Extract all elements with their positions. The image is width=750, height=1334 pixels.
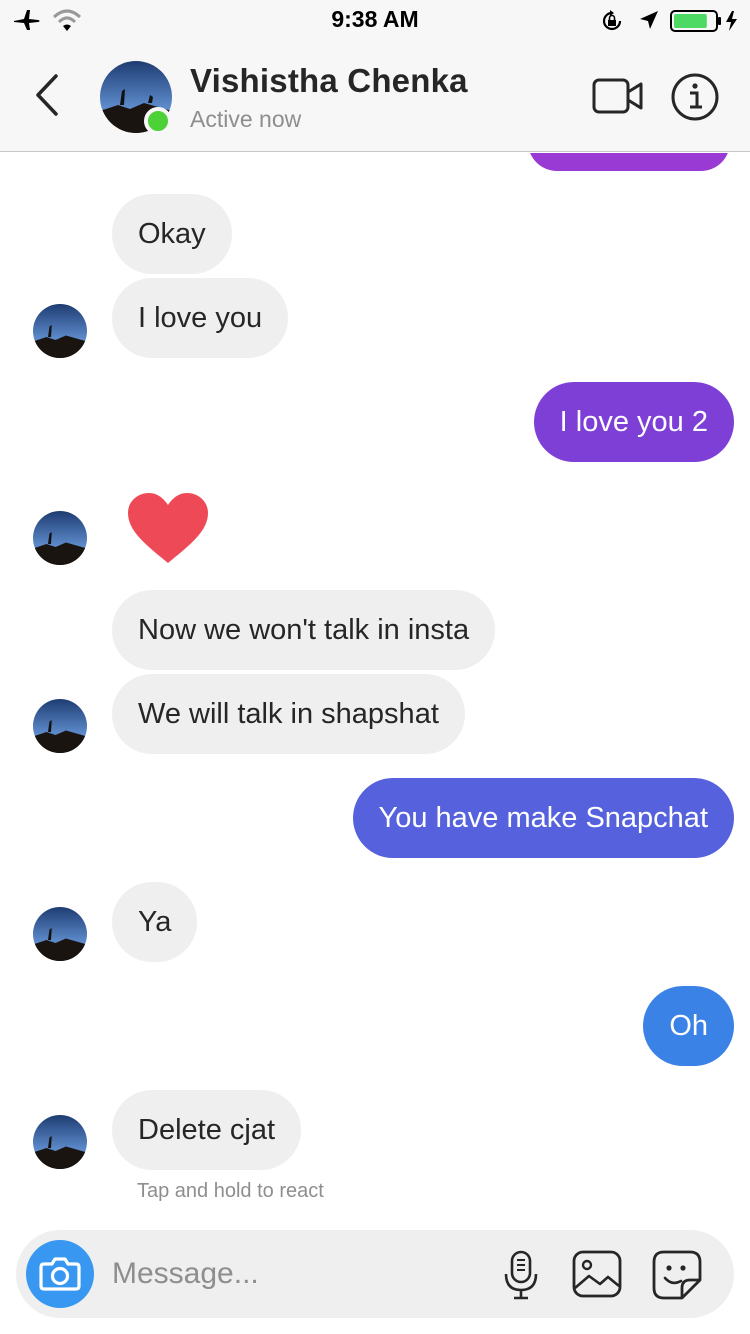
message-bubble-incoming[interactable]: Now we won't talk in insta (112, 590, 496, 670)
message-list[interactable]: Okay I love you I love you 2 Now we won'… (0, 153, 750, 1215)
sender-avatar[interactable] (33, 511, 87, 565)
microphone-button[interactable] (500, 1250, 542, 1300)
online-indicator (144, 107, 172, 135)
status-bar: 9:38 AM (0, 0, 750, 40)
gallery-button[interactable] (572, 1250, 622, 1298)
orientation-lock-icon (602, 10, 622, 31)
contact-name[interactable]: Vishistha Chenka (190, 62, 468, 100)
sticker-button[interactable] (652, 1250, 702, 1300)
message-bubble-outgoing[interactable]: Oh (643, 986, 734, 1066)
sender-avatar[interactable] (33, 304, 87, 358)
chat-header: Vishistha Chenka Active now (0, 40, 750, 152)
message-bubble-partial (528, 153, 730, 171)
message-composer (16, 1230, 734, 1318)
sender-avatar[interactable] (33, 907, 87, 961)
message-bubble-outgoing[interactable]: You have make Snapchat (352, 778, 734, 858)
message-bubble-incoming[interactable]: I love you (112, 278, 289, 358)
heart-icon[interactable] (126, 491, 210, 565)
camera-icon (39, 1257, 81, 1291)
back-button[interactable] (28, 72, 68, 118)
message-bubble-incoming[interactable]: Ya (112, 882, 198, 962)
react-hint: Tap and hold to react (137, 1180, 324, 1202)
camera-button[interactable] (26, 1240, 94, 1308)
location-arrow-icon (640, 11, 658, 29)
battery-charging-icon (670, 10, 737, 32)
contact-status: Active now (190, 106, 302, 132)
info-button[interactable] (670, 72, 720, 122)
sender-avatar[interactable] (33, 699, 87, 753)
sender-avatar[interactable] (33, 1115, 87, 1169)
message-bubble-outgoing[interactable]: I love you 2 (533, 382, 734, 462)
message-bubble-incoming[interactable]: Okay (112, 194, 232, 274)
message-bubble-incoming[interactable]: Delete cjat (112, 1090, 302, 1170)
message-input[interactable] (112, 1230, 482, 1318)
video-call-button[interactable] (592, 74, 644, 118)
message-bubble-incoming[interactable]: We will talk in shapshat (112, 674, 465, 754)
